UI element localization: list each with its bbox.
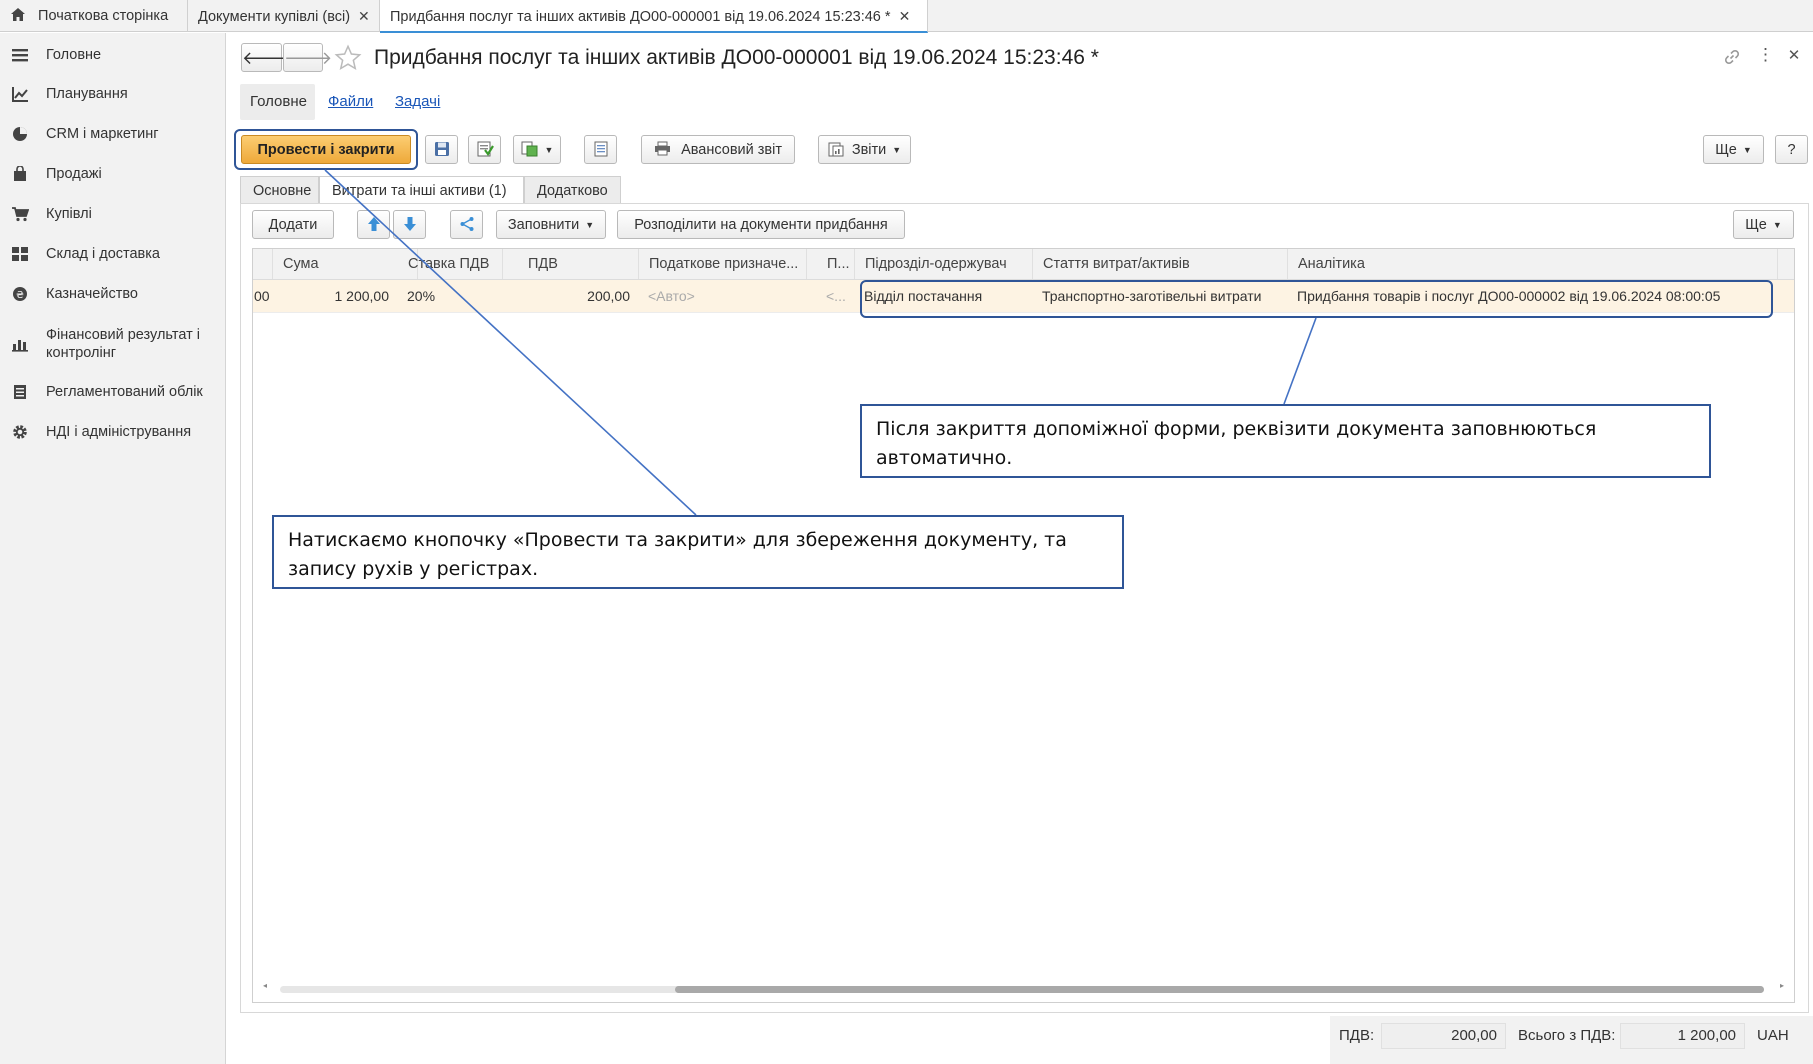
callout-line-post <box>324 169 697 516</box>
callout-line-autofill <box>1283 317 1317 405</box>
currency-label: UAH <box>1757 1027 1789 1044</box>
vat-total-field: 200,00 <box>1381 1023 1506 1049</box>
grand-total-field: 1 200,00 <box>1620 1023 1745 1049</box>
annotation-autofill: Після закриття допоміжної форми, реквізи… <box>860 404 1711 478</box>
annotation-post-close: Натискаємо кнопочку «Провести та закрити… <box>272 515 1124 589</box>
vat-total-label: ПДВ: <box>1339 1027 1375 1044</box>
grand-total-label: Всього з ПДВ: <box>1518 1027 1616 1044</box>
